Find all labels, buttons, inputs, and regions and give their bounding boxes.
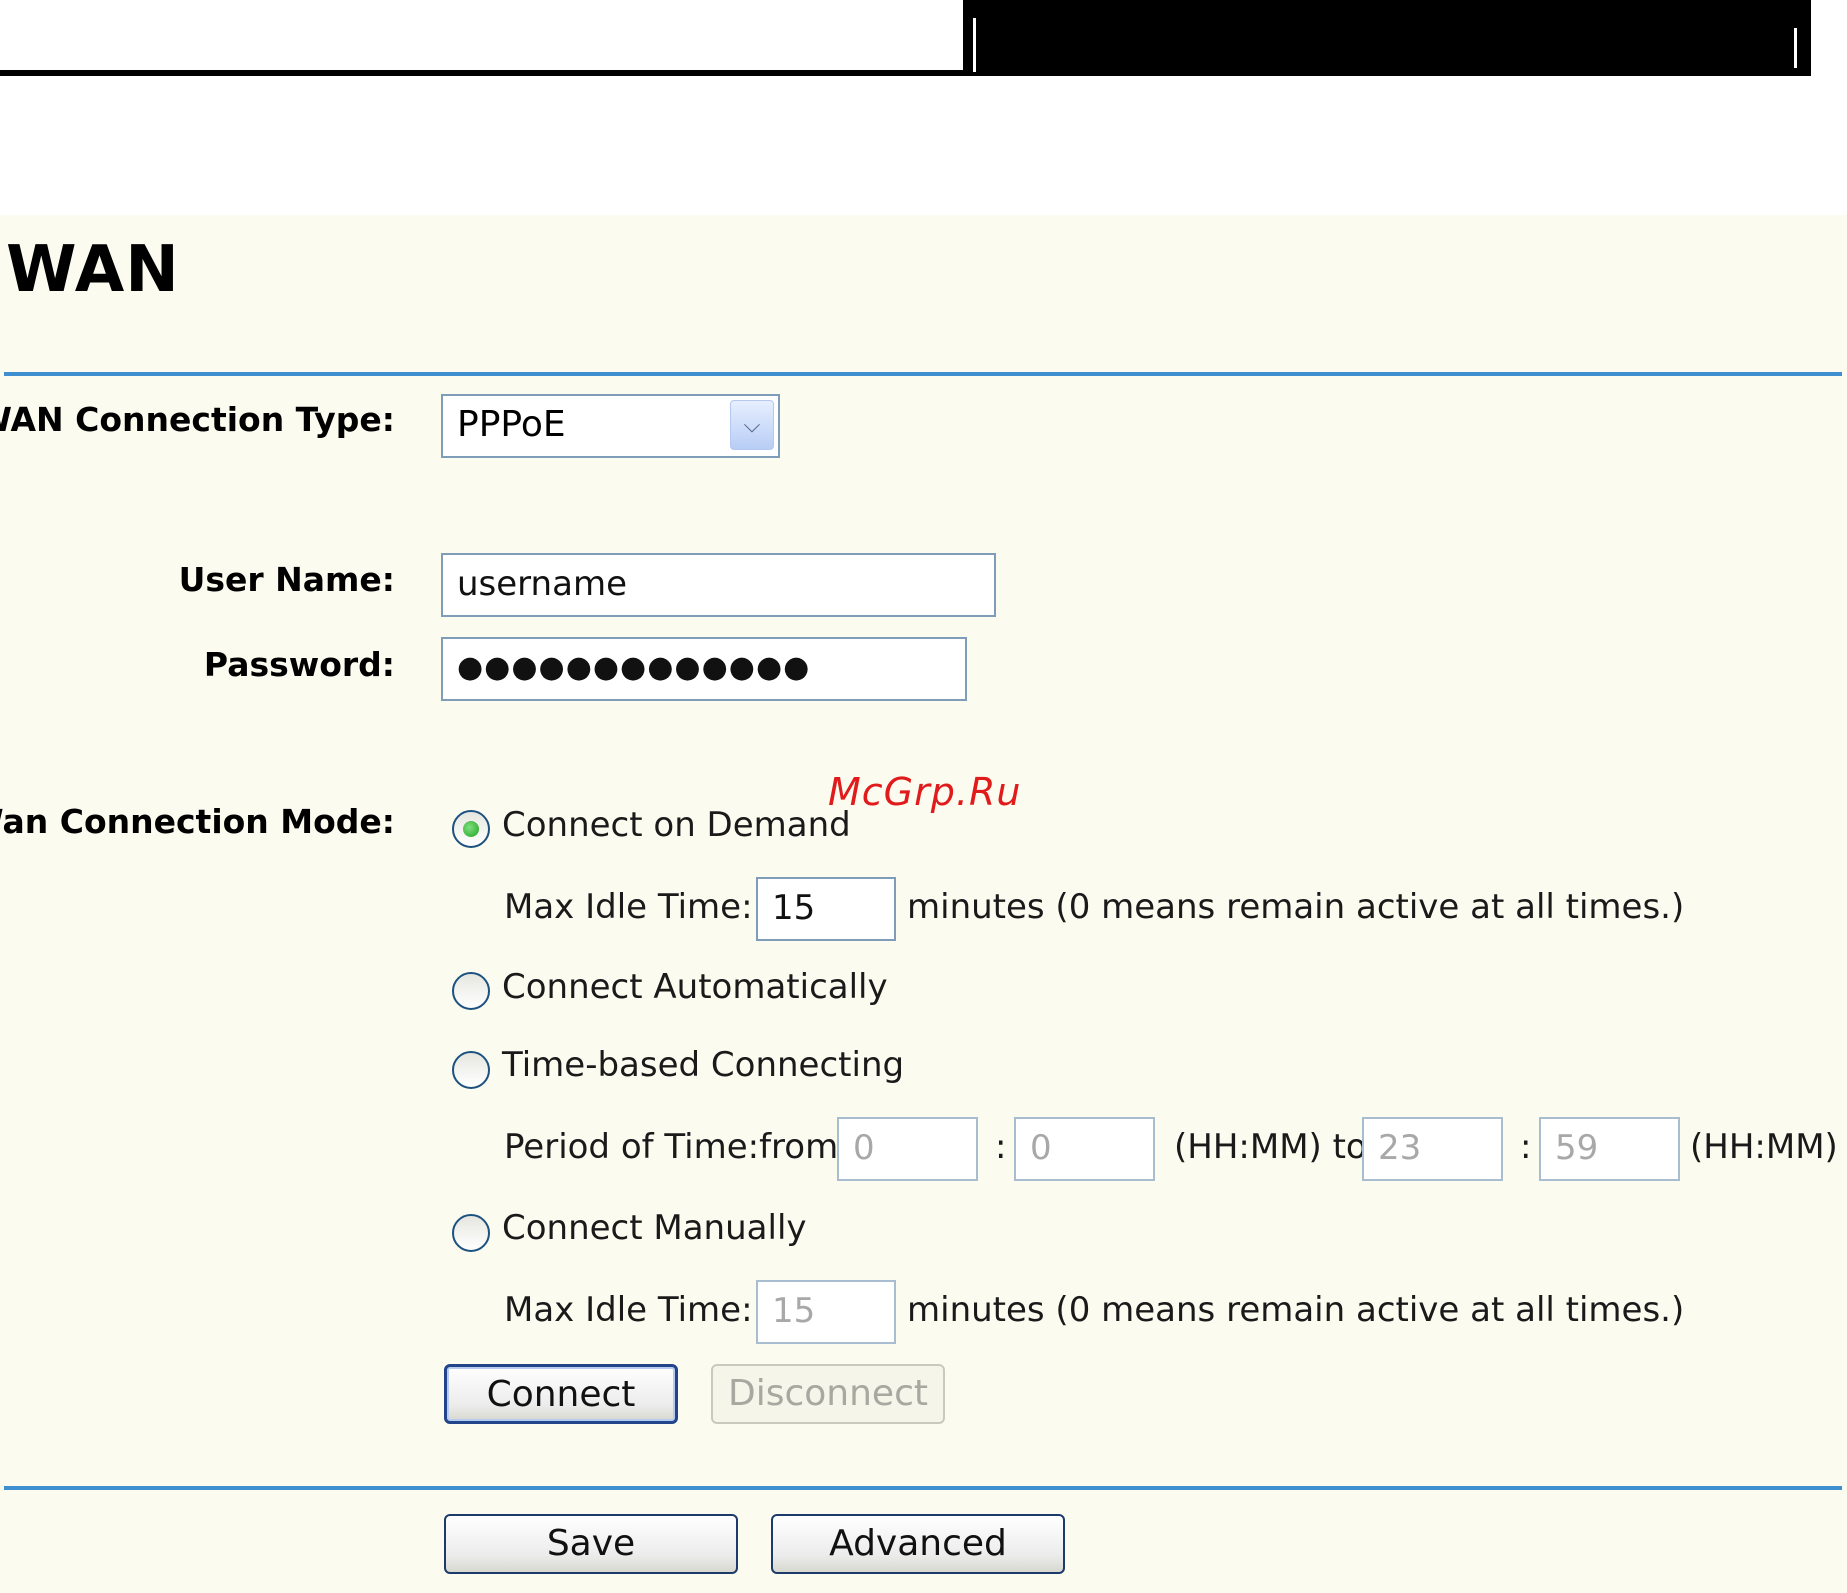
- time-based-label: Time-based Connecting: [502, 1045, 905, 1085]
- radio-selected-dot: [463, 821, 479, 837]
- connection-mode-label: Wan Connection Mode:: [0, 802, 395, 841]
- connection-type-select[interactable]: PPPoE ⌵: [441, 394, 780, 458]
- password-label: Password:: [203, 645, 395, 684]
- save-button[interactable]: Save: [444, 1514, 738, 1574]
- radio-connect-on-demand[interactable]: [452, 810, 490, 848]
- advanced-button[interactable]: Advanced: [771, 1514, 1065, 1574]
- disconnect-button[interactable]: Disconnect: [711, 1364, 945, 1424]
- header-rule: [0, 70, 963, 76]
- connect-manually-label: Connect Manually: [502, 1208, 807, 1248]
- demand-idle-label: Max Idle Time:: [504, 887, 753, 927]
- from-hh-input[interactable]: 0: [837, 1117, 978, 1181]
- page: WAN WAN Connection Type: PPPoE ⌵ User Na…: [0, 0, 1847, 1593]
- password-input[interactable]: ●●●●●●●●●●●●●: [441, 637, 967, 701]
- watermark-text: McGrp.Ru: [828, 770, 1022, 814]
- connection-type-value: PPPoE: [457, 404, 566, 445]
- manual-idle-input[interactable]: 15: [756, 1280, 896, 1344]
- header-notch-left: [973, 18, 976, 72]
- period-label: Period of Time:from: [504, 1127, 839, 1167]
- end-format-label: (HH:MM): [1690, 1127, 1838, 1167]
- to-label: (HH:MM) to: [1174, 1127, 1367, 1167]
- manual-idle-label: Max Idle Time:: [504, 1290, 753, 1330]
- to-hh-input[interactable]: 23: [1362, 1117, 1503, 1181]
- manual-idle-note: minutes (0 means remain active at all ti…: [907, 1290, 1685, 1330]
- connect-automatically-label: Connect Automatically: [502, 967, 888, 1007]
- header-notch-right: [1794, 28, 1797, 68]
- demand-idle-input[interactable]: 15: [756, 877, 896, 941]
- connect-on-demand-label: Connect on Demand: [502, 805, 851, 845]
- from-mm-input[interactable]: 0: [1014, 1117, 1155, 1181]
- header-bar: [963, 0, 1811, 76]
- page-title: WAN: [6, 233, 180, 307]
- wan-settings-panel: WAN WAN Connection Type: PPPoE ⌵ User Na…: [0, 215, 1847, 1593]
- to-separator: :: [1520, 1127, 1532, 1167]
- demand-idle-note: minutes (0 means remain active at all ti…: [907, 887, 1685, 927]
- user-name-label: User Name:: [178, 560, 395, 599]
- radio-connect-manually[interactable]: [452, 1214, 490, 1252]
- radio-connect-automatically[interactable]: [452, 972, 490, 1010]
- top-divider: [4, 372, 1842, 376]
- user-name-input[interactable]: username: [441, 553, 996, 617]
- bottom-divider: [4, 1486, 1842, 1490]
- radio-time-based[interactable]: [452, 1051, 490, 1089]
- connection-type-label: WAN Connection Type:: [0, 400, 395, 439]
- to-mm-input[interactable]: 59: [1539, 1117, 1680, 1181]
- from-separator: :: [995, 1127, 1007, 1167]
- chevron-down-icon[interactable]: ⌵: [730, 400, 774, 450]
- connect-button[interactable]: Connect: [444, 1364, 678, 1424]
